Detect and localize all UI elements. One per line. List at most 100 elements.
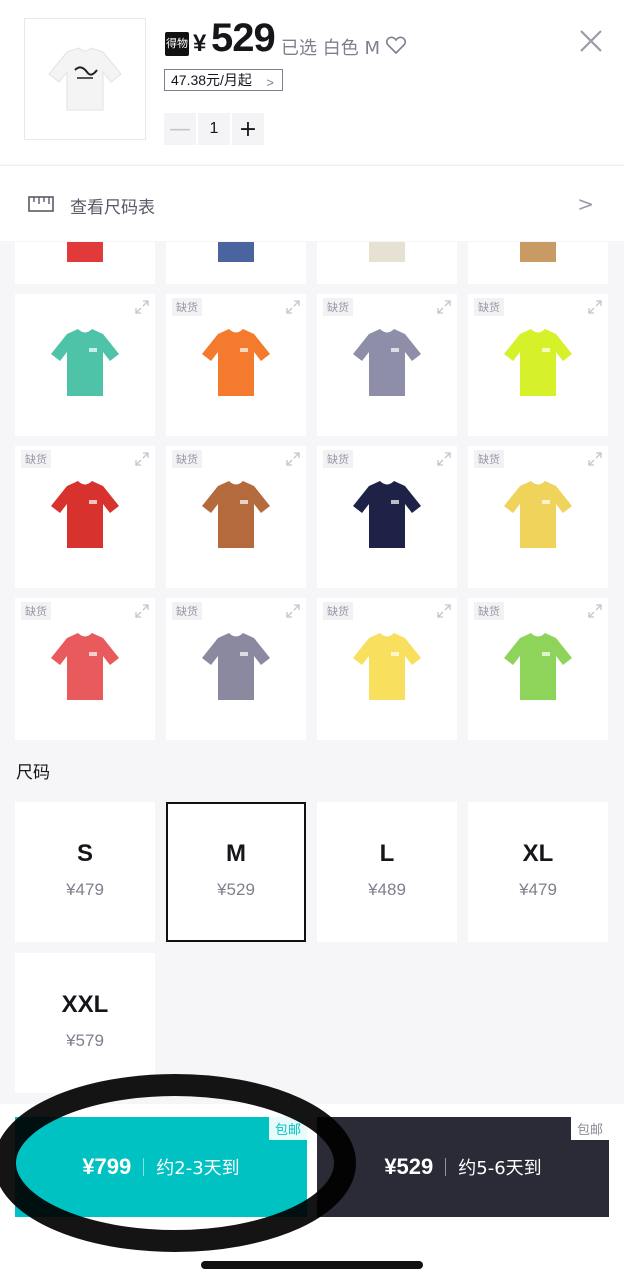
expand-icon[interactable]	[588, 300, 602, 314]
chevron-right-icon: >	[266, 75, 274, 90]
shirt-icon	[202, 633, 270, 700]
shirt-icon	[353, 481, 421, 548]
product-thumbnail	[24, 18, 146, 140]
out-of-stock-badge: 缺货	[474, 298, 504, 316]
normal-eta: 约5-6天到	[458, 1158, 542, 1179]
free-shipping-badge: 包邮	[268, 1117, 307, 1140]
normal-price: ¥529	[384, 1154, 434, 1179]
color-option[interactable]: 缺货	[166, 598, 306, 740]
size-option-xl[interactable]: XL ¥479	[468, 802, 608, 942]
color-option[interactable]: 缺货	[468, 294, 608, 436]
expand-icon[interactable]	[588, 452, 602, 466]
size-chart-label: 查看尺码表	[70, 198, 155, 218]
size-name: XL	[522, 840, 554, 867]
color-option[interactable]: 缺货	[166, 446, 306, 588]
heart-icon[interactable]	[386, 36, 406, 54]
free-shipping-badge: 包邮	[570, 1117, 609, 1140]
size-price: ¥489	[368, 880, 406, 899]
shirt-icon	[369, 242, 405, 262]
out-of-stock-badge: 缺货	[172, 450, 202, 468]
expand-icon[interactable]	[135, 604, 149, 618]
expand-icon[interactable]	[588, 604, 602, 618]
fast-eta: 约2-3天到	[156, 1158, 240, 1179]
normal-buy-button[interactable]: ¥529 约5-6天到 包邮	[317, 1117, 609, 1217]
color-option[interactable]: 缺货	[317, 598, 457, 740]
out-of-stock-badge: 缺货	[21, 450, 51, 468]
shirt-icon	[504, 329, 572, 396]
size-option-m[interactable]: M ¥529	[166, 802, 306, 942]
size-section-label: 尺码	[16, 763, 50, 783]
expand-icon[interactable]	[286, 452, 300, 466]
size-price: ¥479	[66, 880, 104, 899]
color-option[interactable]: 缺货	[15, 446, 155, 588]
expand-icon[interactable]	[437, 452, 451, 466]
quantity-value: 1	[198, 113, 230, 145]
quantity-stepper: — 1 +	[164, 113, 264, 145]
product-header: 得物 ¥ 529 已选 白色 M 47.38元/月起 > — 1 +	[0, 0, 624, 164]
out-of-stock-badge: 缺货	[474, 602, 504, 620]
size-option-xxl[interactable]: XXL ¥579	[15, 953, 155, 1093]
out-of-stock-badge: 缺货	[21, 602, 51, 620]
divider	[445, 1158, 447, 1176]
brand-badge: 得物	[165, 32, 189, 56]
home-indicator	[201, 1261, 423, 1269]
divider	[143, 1158, 145, 1176]
color-option[interactable]: 缺货	[317, 294, 457, 436]
color-option[interactable]	[15, 294, 155, 436]
color-option[interactable]: 缺货	[468, 598, 608, 740]
size-name: L	[379, 840, 395, 867]
shirt-icon	[353, 633, 421, 700]
expand-icon[interactable]	[135, 452, 149, 466]
color-option[interactable]	[15, 242, 155, 284]
increase-button[interactable]: +	[232, 113, 264, 145]
shirt-icon	[51, 633, 119, 700]
decrease-button[interactable]: —	[164, 113, 196, 145]
out-of-stock-badge: 缺货	[474, 450, 504, 468]
ruler-icon	[28, 196, 54, 212]
size-option-l[interactable]: L ¥489	[317, 802, 457, 942]
out-of-stock-badge: 缺货	[323, 298, 353, 316]
selected-variant: 已选 白色 M	[281, 38, 380, 59]
out-of-stock-badge: 缺货	[323, 450, 353, 468]
color-option[interactable]	[166, 242, 306, 284]
out-of-stock-badge: 缺货	[172, 298, 202, 316]
expand-icon[interactable]	[286, 300, 300, 314]
installment-button[interactable]: 47.38元/月起 >	[164, 69, 283, 91]
expand-icon[interactable]	[437, 300, 451, 314]
color-option[interactable]: 缺货	[166, 294, 306, 436]
size-price: ¥579	[66, 1031, 104, 1050]
out-of-stock-badge: 缺货	[323, 602, 353, 620]
size-price: ¥479	[519, 880, 557, 899]
size-name: S	[76, 840, 93, 867]
size-chart-row[interactable]: 查看尺码表 >	[0, 165, 624, 241]
installment-text: 47.38元/月起	[171, 72, 252, 88]
shirt-icon	[202, 481, 270, 548]
chevron-right-icon: >	[577, 192, 594, 216]
color-option[interactable]	[468, 242, 608, 284]
color-option[interactable]	[317, 242, 457, 284]
out-of-stock-badge: 缺货	[172, 602, 202, 620]
fast-buy-button[interactable]: ¥799 约2-3天到 包邮	[15, 1117, 307, 1217]
shirt-icon	[520, 242, 556, 262]
shirt-icon	[48, 47, 122, 111]
size-price: ¥529	[217, 880, 255, 899]
fast-price: ¥799	[82, 1154, 132, 1179]
color-option[interactable]: 缺货	[15, 598, 155, 740]
size-name: XXL	[61, 991, 109, 1018]
shirt-icon	[51, 329, 119, 396]
shirt-icon	[504, 481, 572, 548]
expand-icon[interactable]	[286, 604, 300, 618]
shirt-icon	[51, 481, 119, 548]
color-option[interactable]: 缺货	[468, 446, 608, 588]
close-icon[interactable]	[578, 28, 604, 54]
product-price: 529	[211, 16, 276, 60]
color-option[interactable]: 缺货	[317, 446, 457, 588]
expand-icon[interactable]	[135, 300, 149, 314]
shirt-icon	[353, 329, 421, 396]
size-option-s[interactable]: S ¥479	[15, 802, 155, 942]
expand-icon[interactable]	[437, 604, 451, 618]
shirt-icon	[504, 633, 572, 700]
currency-symbol: ¥	[193, 30, 207, 57]
shirt-icon	[218, 242, 254, 262]
shirt-icon	[67, 242, 103, 262]
